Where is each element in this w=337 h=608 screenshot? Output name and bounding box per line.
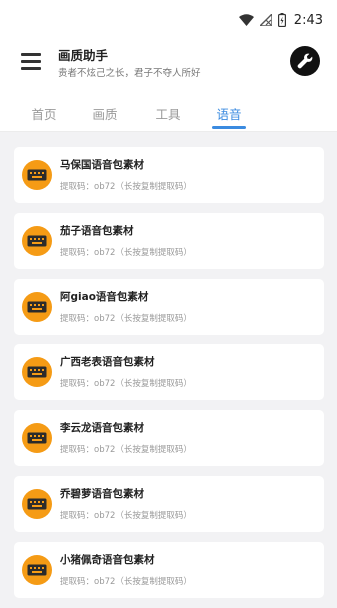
menu-button[interactable] — [21, 53, 41, 70]
app-header: 画质助手 贵者不炫己之长，君子不夺人所好 — [0, 38, 337, 93]
item-title: 茄子语音包素材 — [60, 224, 134, 237]
tab-tools[interactable]: 工具 — [148, 104, 188, 123]
item-code: 提取码：ob72（长按复制提取码） — [60, 182, 192, 192]
list-item[interactable]: 乔碧萝语音包素材 提取码：ob72（长按复制提取码） — [14, 475, 324, 532]
item-code: 提取码：ob72（长按复制提取码） — [60, 313, 192, 324]
list-item[interactable]: 广西老表语音包素材 提取码：ob72（长按复制提取码） — [14, 344, 324, 401]
item-code: 提取码：ob72（长按复制提取码） — [60, 247, 192, 258]
keyboard-icon — [22, 225, 52, 256]
item-title: 小猪佩奇语音包素材 — [60, 553, 155, 566]
list-item[interactable]: 茄子语音包素材 提取码：ob72（长按复制提取码） — [14, 212, 324, 269]
wifi-icon — [238, 14, 254, 26]
app-subtitle: 贵者不炫己之长，君子不夺人所好 — [58, 68, 201, 79]
list-item[interactable]: 李云龙语音包素材 提取码：ob72（长按复制提取码） — [14, 410, 324, 467]
menu-icon-bar — [21, 53, 41, 56]
menu-icon-bar — [21, 59, 41, 63]
item-title: 阿giao语音包素材 — [60, 290, 149, 303]
item-code: 提取码：ob72（长按复制提取码） — [60, 576, 192, 587]
item-code: 提取码：ob72（长按复制提取码） — [60, 445, 192, 456]
tab-home[interactable]: 首页 — [24, 104, 64, 123]
voice-pack-list: 马保国语音包素材 提取码：ob72（长按复制提取码） 茄子语音包素材 提取码：o… — [14, 147, 324, 608]
app-title: 画质助手 — [58, 48, 109, 63]
list-item[interactable]: 阿giao语音包素材 提取码：ob72（长按复制提取码） — [14, 278, 324, 335]
keyboard-icon — [22, 423, 52, 454]
menu-icon-bar — [21, 66, 41, 70]
tab-voice[interactable]: 语音 — [209, 104, 249, 123]
keyboard-icon — [22, 488, 52, 519]
clock: 2:43 — [293, 12, 323, 28]
tab-quality[interactable]: 画质 — [85, 104, 125, 123]
item-code: 提取码：ob72（长按复制提取码） — [60, 379, 192, 390]
keyboard-icon — [22, 554, 52, 585]
status-icons: 2:43 — [238, 10, 323, 30]
item-title: 李云龙语音包素材 — [60, 422, 144, 435]
tools-button[interactable] — [290, 46, 320, 76]
list-item[interactable]: 马保国语音包素材 提取码：ob72（长按复制提取码） — [14, 147, 324, 203]
keyboard-icon — [22, 357, 52, 388]
keyboard-icon — [22, 160, 52, 190]
active-tab-indicator — [212, 126, 246, 129]
item-title: 广西老表语音包素材 — [60, 356, 155, 369]
signal-off-icon — [259, 14, 272, 26]
wrench-icon — [297, 53, 313, 69]
item-title: 马保国语音包素材 — [60, 159, 144, 171]
item-title: 乔碧萝语音包素材 — [60, 487, 144, 500]
battery-charging-icon — [277, 13, 286, 27]
item-code: 提取码：ob72（长按复制提取码） — [60, 510, 192, 521]
status-bar: 2:43 — [0, 0, 337, 38]
keyboard-icon — [22, 291, 52, 322]
list-item[interactable]: 小猪佩奇语音包素材 提取码：ob72（长按复制提取码） — [14, 541, 324, 598]
tab-bar: 首页 画质 工具 语音 — [0, 93, 337, 132]
